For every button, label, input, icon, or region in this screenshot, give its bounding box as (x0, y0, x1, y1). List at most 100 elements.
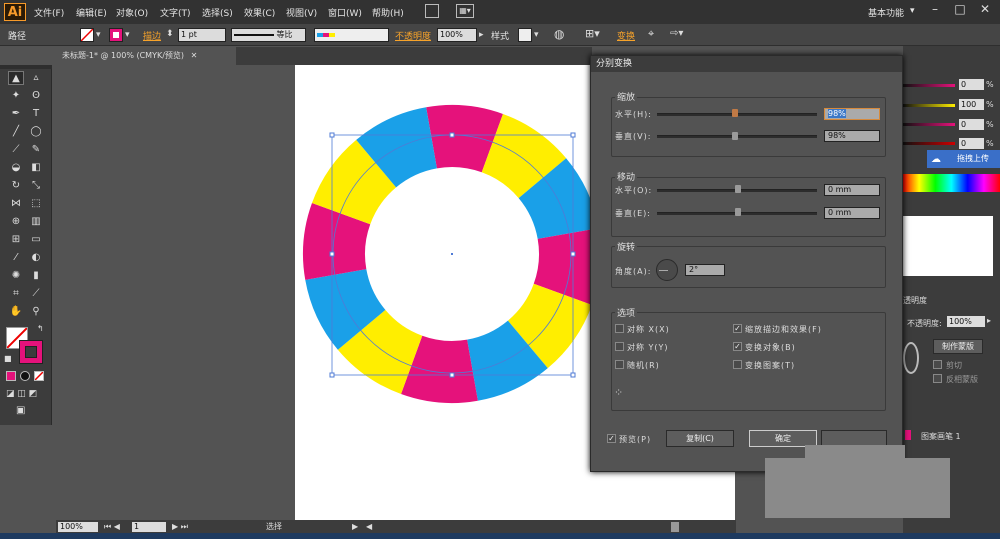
shape-builder-icon[interactable]: ⊕ (8, 215, 24, 229)
fill-swatch[interactable] (80, 28, 94, 42)
align-icon[interactable]: ⊞▾ (585, 27, 600, 40)
style-swatch[interactable] (518, 28, 532, 42)
bbox-handle-br[interactable] (570, 372, 576, 378)
symbol-sprayer-icon[interactable]: ✺ (8, 269, 24, 283)
arrange-documents-icon[interactable]: ▦▾ (456, 4, 474, 18)
stroke-weight-field[interactable]: 1 pt (178, 28, 226, 42)
brush-definition-select[interactable] (314, 28, 389, 42)
invert-mask-checkbox[interactable] (933, 374, 942, 383)
fill-dropdown-icon[interactable]: ▾ (96, 30, 101, 40)
pencil-icon[interactable]: ✎ (28, 143, 44, 157)
close-icon[interactable]: ✕ (970, 0, 1000, 20)
paintbrush-icon[interactable]: ⟋ (8, 143, 24, 157)
angle-dial[interactable] (656, 259, 678, 281)
move-v-field[interactable]: 0 mm (824, 207, 880, 219)
angle-field[interactable]: 2° (685, 264, 725, 276)
artboard-tool-icon[interactable]: ⌗ (8, 287, 24, 301)
column-graph-icon[interactable]: ▮ (28, 269, 44, 283)
copy-button[interactable]: 复制(C) (666, 430, 734, 447)
bbox-handle-tc[interactable] (449, 132, 455, 138)
menu-object[interactable]: 对象(O) (116, 6, 148, 19)
hand-tool-icon[interactable]: ✋ (8, 305, 24, 319)
preview-checkbox[interactable]: ✓ (607, 434, 616, 443)
recolor-icon[interactable]: ◍ (554, 27, 564, 41)
scale-v-field[interactable]: 98% (824, 130, 880, 142)
scale-v-thumb[interactable] (732, 132, 738, 140)
transform-label[interactable]: 变换 (617, 29, 635, 42)
blend-tool-icon[interactable]: ◐ (28, 251, 44, 265)
random-checkbox[interactable] (615, 360, 624, 369)
menu-type[interactable]: 文字(T) (160, 6, 191, 19)
mesh-tool-icon[interactable]: ⊞ (8, 233, 24, 247)
zoom-tool-icon[interactable]: ⚲ (28, 305, 44, 319)
menu-edit[interactable]: 编辑(E) (76, 6, 107, 19)
color-mode-icon[interactable] (6, 371, 16, 381)
move-h-thumb[interactable] (735, 185, 741, 193)
pen-tool-icon[interactable]: ✒ (8, 107, 24, 121)
opacity-dropdown-icon[interactable]: ▸ (479, 30, 484, 40)
selection-tool-icon[interactable]: ▲ (8, 71, 24, 85)
slice-tool-icon[interactable]: ⟋ (28, 287, 44, 301)
menu-view[interactable]: 视图(V) (286, 6, 317, 19)
move-h-field[interactable]: 0 mm (824, 184, 880, 196)
menu-select[interactable]: 选择(S) (202, 6, 233, 19)
color-value-2[interactable]: 100 (959, 99, 984, 110)
draw-mode-icon[interactable]: ◪ ◫ ◩ (6, 389, 37, 399)
none-mode-icon[interactable] (34, 371, 44, 381)
clip-checkbox[interactable] (933, 360, 942, 369)
dialog-title[interactable]: 分别变换 (591, 56, 902, 72)
menu-effect[interactable]: 效果(C) (244, 6, 275, 19)
bbox-handle-ml[interactable] (329, 251, 335, 257)
bbox-handle-tr[interactable] (570, 132, 576, 138)
bbox-handle-bc[interactable] (449, 372, 455, 378)
bbox-handle-mr[interactable] (570, 251, 576, 257)
stroke-color-box[interactable] (19, 340, 43, 364)
black-slider[interactable] (903, 142, 955, 145)
scale-h-field[interactable]: 98% (824, 108, 880, 120)
horizontal-scroll-thumb[interactable] (671, 522, 679, 532)
reflect-y-checkbox[interactable] (615, 342, 624, 351)
default-colors-icon[interactable]: ■ (4, 354, 12, 363)
stroke-swatch[interactable] (109, 28, 123, 42)
bbox-handle-bl[interactable] (329, 372, 335, 378)
first-page-icon[interactable]: ⏮ ◀ (104, 520, 120, 534)
transform-patterns-checkbox[interactable] (733, 360, 742, 369)
yellow-slider[interactable] (903, 104, 955, 107)
transform-objects-checkbox[interactable]: ✓ (733, 342, 742, 351)
scale-h-thumb[interactable] (732, 109, 738, 117)
panel-opacity-field[interactable]: 100% (947, 316, 985, 327)
stroke-profile-select[interactable]: 等比 (231, 28, 306, 42)
screen-mode-icon[interactable]: ▣ (16, 405, 25, 416)
bridge-icon[interactable] (425, 4, 439, 18)
perspective-grid-icon[interactable]: ▥ (28, 215, 44, 229)
workspace-switcher[interactable]: 基本功能 (868, 6, 904, 19)
scale-strokes-checkbox[interactable]: ✓ (733, 324, 742, 333)
gradient-tool-icon[interactable]: ▭ (28, 233, 44, 247)
menu-window[interactable]: 窗口(W) (328, 6, 362, 19)
layer-name[interactable]: 图案画笔 1 (921, 431, 961, 442)
lasso-icon[interactable]: ʘ (28, 89, 44, 103)
menu-file[interactable]: 文件(F) (34, 6, 64, 19)
menu-help[interactable]: 帮助(H) (372, 6, 404, 19)
tab-close-icon[interactable]: ✕ (191, 51, 198, 60)
move-v-thumb[interactable] (735, 208, 741, 216)
type-tool-icon[interactable]: T (28, 107, 44, 121)
opacity-field[interactable]: 100% (437, 28, 477, 42)
third-slider[interactable] (903, 123, 955, 126)
document-tab[interactable]: 未标题-1* @ 100% (CMYK/预览) ✕ (56, 47, 236, 65)
workspace-dropdown-icon[interactable]: ▾ (910, 6, 915, 16)
isolate-icon[interactable]: ⌖ (648, 27, 654, 41)
ellipse-tool-icon[interactable]: ◯ (28, 125, 44, 139)
reference-point-icon[interactable]: ⁘ (614, 387, 628, 401)
color-value-1[interactable]: 0 (959, 79, 984, 90)
swap-colors-icon[interactable]: ↰ (37, 324, 44, 333)
scroll-left-icon[interactable]: ◀ (366, 520, 372, 534)
stroke-dropdown-icon[interactable]: ▾ (125, 30, 130, 40)
bbox-handle-tl[interactable] (329, 132, 335, 138)
make-mask-button[interactable]: 制作蒙版 (933, 339, 983, 354)
rotate-tool-icon[interactable]: ↻ (8, 179, 24, 193)
color-spectrum[interactable] (903, 174, 1000, 192)
next-page-icon[interactable]: ▶ ⏭ (172, 520, 188, 534)
transparency-tab[interactable]: 透明度 (903, 296, 1000, 306)
gradient-mode-icon[interactable] (20, 371, 30, 381)
